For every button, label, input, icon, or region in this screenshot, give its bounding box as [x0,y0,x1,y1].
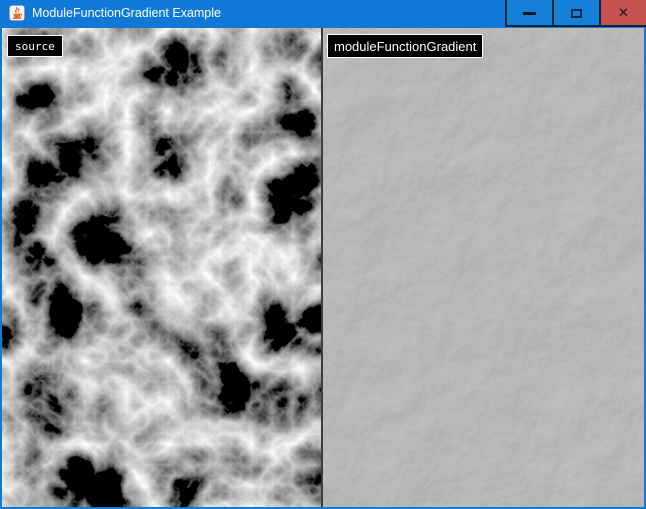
minimize-icon [523,12,536,15]
source-image-label: source [7,35,63,57]
java-coffee-cup-icon [9,5,25,21]
titlebar[interactable]: ModuleFunctionGradient Example ✕ [0,0,646,28]
gradient-image-label: moduleFunctionGradient [327,34,483,58]
window-controls: ✕ [505,0,646,27]
close-button[interactable]: ✕ [599,0,646,27]
gradient-texture-image [323,28,644,507]
maximize-icon [571,9,582,18]
minimize-button[interactable] [505,0,552,27]
source-image-panel: source [2,28,321,507]
gradient-image-panel: moduleFunctionGradient [323,28,644,507]
app-window: ModuleFunctionGradient Example ✕ [0,0,646,509]
window-title: ModuleFunctionGradient Example [32,6,221,20]
content-area: source moduleFunctionGradient [2,28,644,507]
maximize-button[interactable] [552,0,599,27]
source-texture-image [2,28,321,507]
close-icon: ✕ [618,7,629,20]
